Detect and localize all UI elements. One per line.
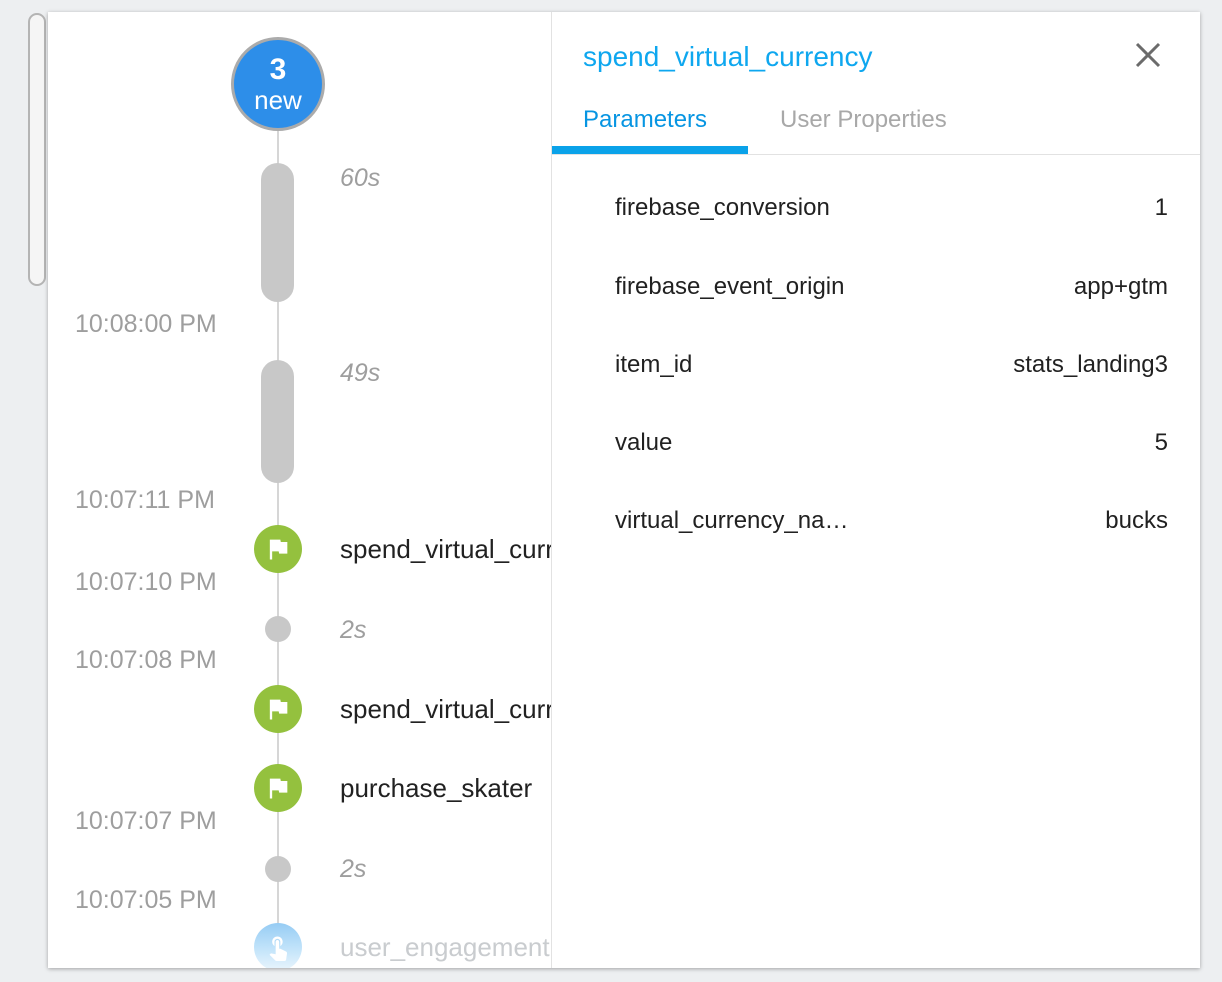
parameter-key: value [615, 429, 672, 457]
flag-icon[interactable] [254, 764, 302, 812]
timestamp: 10:07:10 PM [75, 567, 217, 597]
vertical-scrollbar-thumb[interactable] [28, 13, 46, 286]
collapsed-events-pill[interactable] [261, 163, 294, 302]
parameter-row[interactable]: firebase_event_origin app+gtm [615, 272, 1168, 302]
parameter-value: stats_landing3 [1013, 351, 1168, 379]
parameter-row[interactable]: firebase_conversion 1 [615, 193, 1168, 223]
parameter-key: firebase_conversion [615, 194, 830, 222]
flag-icon[interactable] [254, 685, 302, 733]
parameter-key: virtual_currency_na… [615, 507, 848, 535]
collapsed-events-pill[interactable] [261, 360, 294, 483]
seconds-marker-dot[interactable] [265, 616, 291, 642]
timestamp: 10:07:08 PM [75, 645, 217, 675]
duration-label: 2s [340, 854, 366, 884]
event-detail-title: spend_virtual_currency [583, 40, 873, 74]
new-events-label: new [254, 86, 302, 114]
parameter-row[interactable]: value 5 [615, 428, 1168, 458]
event-timeline: 3 new 60s 49s 2s 2s 10:08:00 PM 10:07:11… [48, 12, 551, 968]
event-label[interactable]: spend_virtual_currency [340, 534, 551, 564]
event-label[interactable]: purchase_skater [340, 773, 532, 803]
timestamp: 10:08:00 PM [75, 309, 217, 339]
new-events-count: 3 [270, 54, 287, 86]
duration-label: 60s [340, 163, 380, 193]
parameter-row[interactable]: virtual_currency_na… bucks [615, 506, 1168, 536]
tab-parameters[interactable]: Parameters [583, 105, 707, 135]
touch-icon[interactable] [254, 923, 302, 968]
close-icon[interactable] [1131, 38, 1165, 72]
seconds-marker-dot[interactable] [265, 856, 291, 882]
parameter-value: 1 [1155, 194, 1168, 222]
event-label[interactable]: spend_virtual_currency [340, 694, 551, 724]
debug-view-card: 3 new 60s 49s 2s 2s 10:08:00 PM 10:07:11… [48, 12, 1200, 968]
tab-user-properties[interactable]: User Properties [780, 105, 947, 135]
duration-label: 2s [340, 615, 366, 645]
tabs-divider [552, 154, 1200, 155]
parameter-value: 5 [1155, 429, 1168, 457]
duration-label: 49s [340, 358, 380, 388]
flag-icon[interactable] [254, 525, 302, 573]
parameter-value: app+gtm [1074, 273, 1168, 301]
parameter-key: firebase_event_origin [615, 273, 845, 301]
active-tab-underline [552, 146, 748, 154]
timestamp: 10:07:11 PM [75, 485, 215, 515]
parameter-key: item_id [615, 351, 692, 379]
parameter-value: bucks [1105, 507, 1168, 535]
new-events-badge[interactable]: 3 new [231, 37, 325, 131]
panel-divider [551, 12, 552, 968]
timestamp: 10:07:07 PM [75, 806, 217, 836]
timestamp: 10:07:05 PM [75, 885, 217, 915]
parameter-row[interactable]: item_id stats_landing3 [615, 350, 1168, 380]
event-label[interactable]: user_engagement [340, 932, 550, 962]
